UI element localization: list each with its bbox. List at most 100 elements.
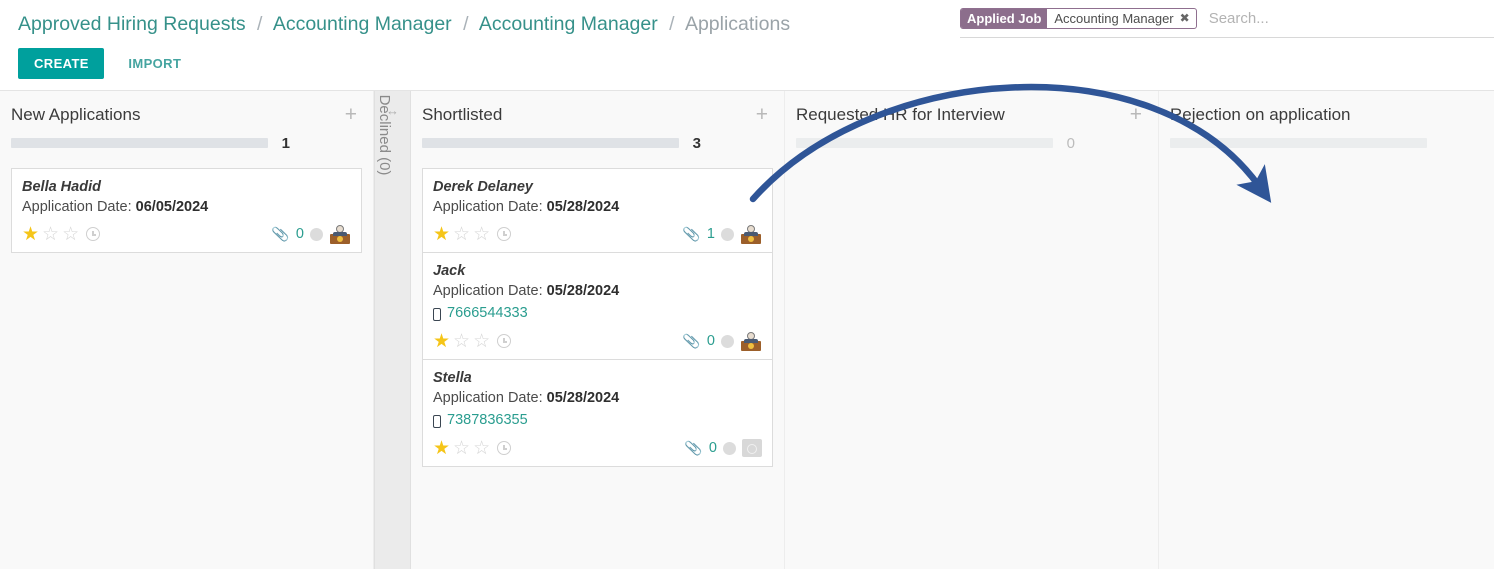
status-dot-icon[interactable]	[721, 227, 734, 241]
breadcrumb-item-0[interactable]: Approved Hiring Requests	[18, 13, 246, 35]
card-date-label: Application Date:	[433, 283, 543, 299]
priority-stars[interactable]: ★ ☆ ☆	[433, 332, 490, 351]
kanban-column-progress-row: 3	[422, 132, 773, 154]
breadcrumb-separator: /	[669, 13, 675, 35]
card-application-date: Application Date: 05/28/2024	[433, 281, 762, 302]
kanban-column-title: Shortlisted	[422, 104, 503, 124]
priority-stars[interactable]: ★ ☆ ☆	[22, 225, 79, 244]
clock-icon[interactable]	[86, 227, 101, 241]
star-icon[interactable]: ★	[22, 225, 39, 244]
star-icon[interactable]: ☆	[473, 332, 490, 351]
kanban-card[interactable]: Jack Application Date: 05/28/2024 766654…	[422, 253, 773, 360]
clock-icon[interactable]	[497, 227, 512, 241]
kanban-column-header: Rejection on application	[1170, 91, 1494, 130]
kanban-card[interactable]: Stella Application Date: 05/28/2024 7387…	[422, 360, 773, 467]
kanban-card[interactable]: Bella Hadid Application Date: 06/05/2024…	[11, 168, 362, 253]
progress-bar[interactable]	[1170, 138, 1427, 148]
kanban-column-count: 3	[692, 134, 701, 152]
card-date-label: Application Date:	[433, 199, 543, 215]
search-facet-label: Applied Job	[961, 9, 1048, 28]
progress-bar[interactable]	[796, 138, 1053, 148]
card-footer: ★ ☆ ☆ 📎 0	[433, 330, 762, 352]
kanban-column-progress-row: 0	[796, 132, 1147, 154]
kanban-column-header: New Applications +	[11, 91, 362, 130]
star-icon[interactable]: ★	[433, 439, 450, 458]
card-date-label: Application Date:	[22, 199, 132, 215]
card-phone: 7387836355	[433, 409, 762, 432]
card-applicant-name: Jack	[433, 263, 466, 279]
avatar[interactable]	[329, 224, 351, 244]
paperclip-icon: 📎	[684, 438, 704, 457]
card-meta: 📎 1	[683, 224, 762, 244]
card-footer: ★ ☆ ☆ 📎 1	[433, 223, 762, 245]
card-footer: ★ ☆ ☆ 📎 0	[433, 437, 762, 459]
kanban-column-rejection-on-application: Rejection on application	[1159, 91, 1494, 569]
status-dot-icon[interactable]	[723, 441, 736, 455]
paperclip-icon: 📎	[682, 331, 702, 350]
progress-bar[interactable]	[422, 138, 679, 148]
kanban-column-title: Rejection on application	[1170, 104, 1351, 124]
card-phone-number[interactable]: 7387836355	[447, 409, 528, 432]
kanban-board: New Applications + 1 Bella Hadid Applica…	[0, 91, 1494, 569]
search-view[interactable]: Applied Job Accounting Manager ✖	[960, 8, 1494, 38]
card-applicant-name: Stella	[433, 370, 472, 386]
phone-icon	[433, 308, 441, 321]
card-meta: 📎 0	[272, 224, 351, 244]
breadcrumb-separator: /	[463, 13, 469, 35]
card-meta: 📎 0	[683, 331, 762, 351]
star-icon[interactable]: ☆	[453, 439, 470, 458]
card-date-label: Application Date:	[433, 390, 543, 406]
star-icon[interactable]: ★	[433, 225, 450, 244]
kanban-column-count: 1	[281, 134, 290, 152]
add-record-icon[interactable]: +	[751, 104, 773, 125]
close-icon[interactable]: ✖	[1178, 9, 1196, 28]
card-applicant-name: Bella Hadid	[22, 179, 101, 195]
avatar[interactable]	[740, 331, 762, 351]
hr-recruitment-kanban-page: Approved Hiring Requests / Accounting Ma…	[0, 0, 1494, 569]
card-phone: 7666544333	[433, 302, 762, 325]
clock-icon[interactable]	[497, 334, 512, 348]
avatar[interactable]	[740, 224, 762, 244]
clock-icon[interactable]	[497, 441, 512, 455]
priority-stars[interactable]: ★ ☆ ☆	[433, 439, 490, 458]
create-button[interactable]: CREATE	[18, 48, 104, 79]
avatar-placeholder-icon[interactable]	[742, 439, 762, 457]
star-icon[interactable]: ☆	[453, 332, 470, 351]
card-footer: ★ ☆ ☆ 📎 0	[22, 223, 351, 245]
card-date-value: 05/28/2024	[546, 283, 620, 299]
add-record-icon[interactable]: +	[1125, 104, 1147, 125]
priority-stars[interactable]: ★ ☆ ☆	[433, 225, 490, 244]
phone-icon	[433, 415, 441, 428]
status-dot-icon[interactable]	[721, 334, 734, 348]
breadcrumb-item-1[interactable]: Accounting Manager	[273, 13, 452, 35]
card-applicant-name: Derek Delaney	[433, 179, 533, 195]
star-icon[interactable]: ☆	[453, 225, 470, 244]
breadcrumb-item-2[interactable]: Accounting Manager	[479, 13, 658, 35]
star-icon[interactable]: ☆	[62, 225, 79, 244]
kanban-column-requested-hr-for-interview: Requested HR for Interview + 0	[785, 91, 1159, 569]
kanban-column-title: Declined (0)	[375, 94, 393, 176]
kanban-column-count: 0	[1066, 134, 1075, 152]
action-button-row: CREATE IMPORT	[18, 48, 191, 79]
card-phone-number[interactable]: 7666544333	[447, 302, 528, 325]
kanban-card[interactable]: Derek Delaney Application Date: 05/28/20…	[422, 168, 773, 253]
breadcrumb-separator: /	[257, 13, 263, 35]
import-button[interactable]: IMPORT	[118, 48, 191, 79]
kanban-card-list: Bella Hadid Application Date: 06/05/2024…	[11, 168, 362, 253]
kanban-column-header: Shortlisted +	[422, 91, 773, 130]
paperclip-icon: 📎	[271, 224, 291, 243]
progress-bar[interactable]	[11, 138, 268, 148]
star-icon[interactable]: ☆	[473, 225, 490, 244]
status-dot-icon[interactable]	[310, 227, 323, 241]
search-facet-applied-job[interactable]: Applied Job Accounting Manager ✖	[960, 8, 1197, 29]
card-meta: 📎 0	[685, 439, 762, 457]
add-record-icon[interactable]: +	[340, 104, 362, 125]
kanban-column-new-applications: New Applications + 1 Bella Hadid Applica…	[0, 91, 374, 569]
breadcrumb: Approved Hiring Requests / Accounting Ma…	[18, 10, 790, 38]
star-icon[interactable]: ☆	[42, 225, 59, 244]
star-icon[interactable]: ★	[433, 332, 450, 351]
search-input[interactable]	[1196, 9, 1447, 27]
star-icon[interactable]: ☆	[473, 439, 490, 458]
kanban-column-declined-collapsed[interactable]: ↔ Declined (0)	[374, 91, 411, 569]
kanban-column-header: Requested HR for Interview +	[796, 91, 1147, 130]
